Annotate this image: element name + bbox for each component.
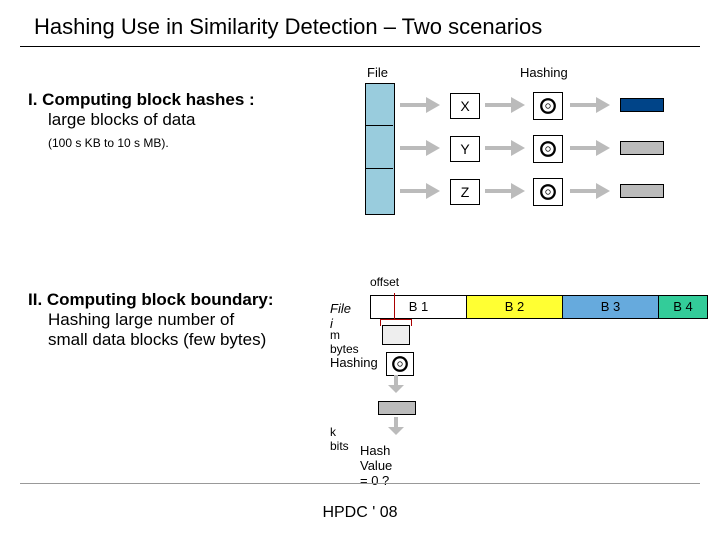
segment-b3: B 3 [562, 295, 659, 319]
hash-output-3 [620, 184, 664, 198]
down-arrow-icon [390, 417, 402, 435]
hashing-label-2: Hashing [330, 355, 378, 370]
hash-value-label: Hash Value = 0 ? [360, 443, 392, 488]
file-a-divider-1 [365, 125, 393, 126]
block-y: Y [450, 136, 480, 162]
arrow-icon [485, 179, 525, 203]
arrow-icon [400, 136, 440, 160]
segment-b2: B 2 [466, 295, 563, 319]
segment-b1: B 1 [370, 295, 467, 319]
file-i-label: File i [330, 301, 351, 331]
section-1-note: (100 s KB to 10 s MB). [28, 136, 348, 150]
slide-title: Hashing Use in Similarity Detection – Tw… [0, 0, 720, 46]
file-a-rect [365, 83, 395, 215]
block-x: X [450, 93, 480, 119]
section-1-heading: I. Computing block hashes : [28, 90, 348, 110]
arrow-icon [570, 136, 610, 160]
section-1-line2: large blocks of data [28, 110, 348, 130]
gear-icon [533, 135, 563, 163]
hash-output-1 [620, 98, 664, 112]
arrow-icon [400, 179, 440, 203]
section-1: I. Computing block hashes : large blocks… [28, 90, 348, 150]
section-2-heading: II. Computing block boundary: [28, 290, 348, 310]
arrow-icon [485, 136, 525, 160]
hashing-label: Hashing [520, 65, 568, 80]
section-2-line3: small data blocks (few bytes) [28, 330, 348, 350]
arrow-icon [570, 93, 610, 117]
arrow-icon [485, 93, 525, 117]
segment-b4: B 4 [658, 295, 708, 319]
block-z: Z [450, 179, 480, 205]
gear-icon [386, 352, 414, 376]
arrow-icon [400, 93, 440, 117]
section-2-line2: Hashing large number of [28, 310, 348, 330]
hash-output-2 [620, 141, 664, 155]
footer-text: HPDC ' 08 [0, 504, 720, 522]
section-2: II. Computing block boundary: Hashing la… [28, 290, 348, 350]
gear-icon [533, 92, 563, 120]
file-a-divider-2 [365, 168, 393, 169]
m-bytes-box [382, 325, 410, 345]
k-bits-box [378, 401, 416, 415]
k-bits-label: k bits [330, 425, 349, 453]
arrow-icon [570, 179, 610, 203]
offset-tick [394, 293, 395, 319]
down-arrow-icon [390, 375, 402, 393]
gear-icon [533, 178, 563, 206]
offset-label: offset [370, 275, 399, 289]
footer-divider [20, 483, 700, 484]
title-underline [20, 46, 700, 47]
m-bytes-label: m bytes [330, 328, 359, 356]
